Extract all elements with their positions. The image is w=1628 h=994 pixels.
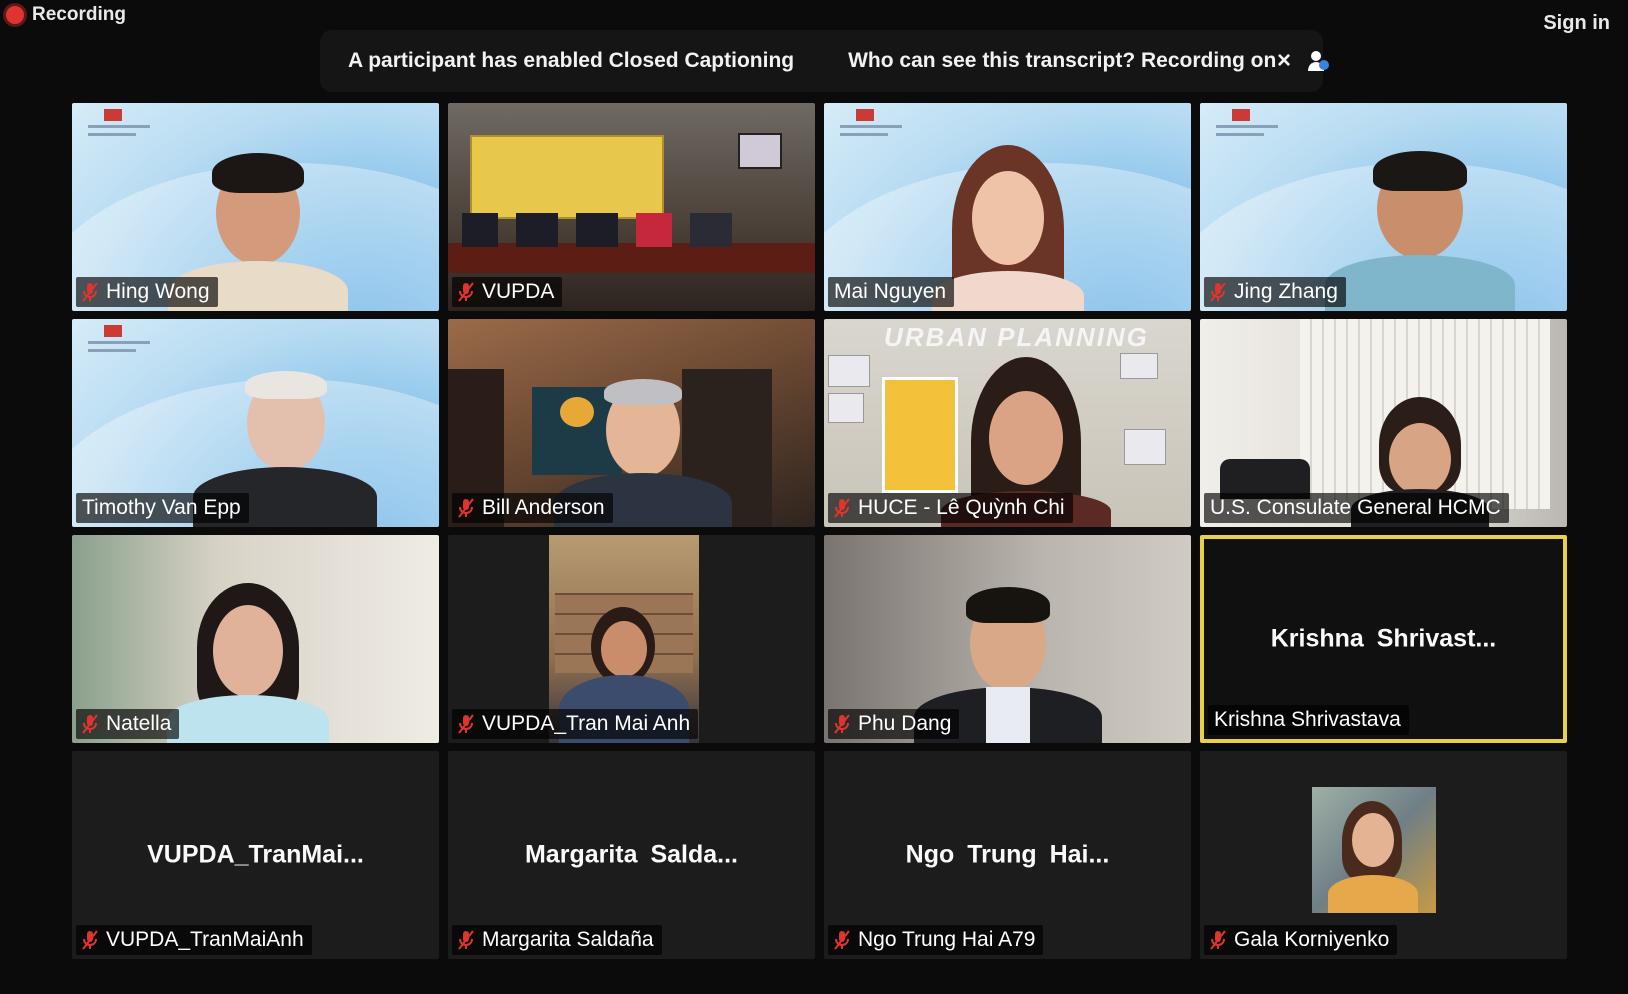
transcript-visibility-link[interactable]: Who can see this transcript? Recording o…	[848, 49, 1276, 73]
video-tile[interactable]: VUPDA_Tran Mai Anh	[448, 535, 815, 743]
org-logo	[80, 325, 150, 365]
conference-table	[448, 243, 815, 273]
close-icon[interactable]: ×	[1277, 47, 1291, 75]
participant-name: VUPDA	[482, 280, 555, 303]
participant-video	[1315, 131, 1525, 311]
video-tile[interactable]: URBAN PLANNING HUCE - Lê Quỳnh Chi	[824, 319, 1191, 527]
participant-name: Krishna Shrivastava	[1214, 708, 1401, 731]
video-tile[interactable]: Ngo Trung Hai... Ngo Trung Hai A79	[824, 751, 1191, 959]
participant-name-tag: Jing Zhang	[1204, 277, 1346, 307]
gallery-view: Hing Wong VUPDA Mai Nguyen Jing Zhang Ti…	[72, 103, 1567, 959]
participant-name: Jing Zhang	[1234, 280, 1338, 303]
participant-name-tag: Hing Wong	[76, 277, 218, 307]
participant-name: VUPDA_TranMaiAnh	[106, 928, 304, 951]
mic-off-icon	[458, 282, 474, 302]
mic-off-icon	[458, 714, 474, 734]
participant-name: Mai Nguyen	[834, 280, 947, 303]
video-tile[interactable]: Natella	[72, 535, 439, 743]
wall-photo	[1120, 353, 1158, 379]
recording-label: Recording	[32, 4, 126, 25]
video-tile[interactable]: Jing Zhang	[1200, 103, 1567, 311]
mic-off-icon	[834, 498, 850, 518]
participant-name: Bill Anderson	[482, 496, 605, 519]
participant-name: U.S. Consulate General HCMC	[1210, 496, 1501, 519]
urban-planning-sign: URBAN PLANNING	[884, 322, 1149, 352]
participant-name-tag: Phu Dang	[828, 709, 960, 739]
mic-off-icon	[82, 714, 98, 734]
participant-name: Phu Dang	[858, 712, 952, 735]
org-logo	[832, 109, 902, 149]
event-banner-image	[470, 135, 664, 219]
participant-name-tag: U.S. Consulate General HCMC	[1204, 493, 1509, 523]
wall-photo	[828, 393, 864, 423]
participant-name: Timothy Van Epp	[82, 496, 241, 519]
wall-photo	[1124, 429, 1166, 465]
profile-picture	[1312, 787, 1436, 913]
video-tile[interactable]: Margarita Salda... Margarita Saldaña	[448, 751, 815, 959]
participant-name: Natella	[106, 712, 172, 735]
participant-name-tag: Timothy Van Epp	[76, 493, 249, 523]
participant-name-tag: Mai Nguyen	[828, 277, 955, 307]
participant-name-tag: Gala Korniyenko	[1204, 925, 1398, 955]
video-tile[interactable]: Timothy Van Epp	[72, 319, 439, 527]
participant-video	[163, 583, 333, 743]
video-tile[interactable]: VUPDA	[448, 103, 815, 311]
mic-off-icon	[834, 930, 850, 950]
mic-off-icon	[834, 714, 850, 734]
notification-message: A participant has enabled Closed Caption…	[348, 49, 795, 72]
participant-name-tag: VUPDA_TranMaiAnh	[76, 925, 312, 955]
video-tile[interactable]: Bill Anderson	[448, 319, 815, 527]
participant-name-tag: Bill Anderson	[452, 493, 613, 523]
mic-off-icon	[458, 930, 474, 950]
captioning-notification: A participant has enabled Closed Caption…	[320, 30, 1329, 92]
video-tile[interactable]: Phu Dang	[824, 535, 1191, 743]
wall-photo	[828, 355, 870, 387]
participant-name: Hing Wong	[106, 280, 210, 303]
participant-name-tag: HUCE - Lê Quỳnh Chi	[828, 493, 1073, 523]
person-info-icon	[1307, 49, 1329, 73]
participant-name-tag: Natella	[76, 709, 180, 739]
sign-in-link[interactable]: Sign in	[1543, 12, 1610, 35]
participant-display-name: Margarita Salda...	[524, 840, 739, 869]
participant-name-tag: VUPDA_Tran Mai Anh	[452, 709, 699, 739]
participant-name-tag: VUPDA	[452, 277, 563, 307]
recording-indicator[interactable]: Recording	[6, 4, 126, 26]
participant-name-tag: Ngo Trung Hai A79	[828, 925, 1044, 955]
recording-icon	[6, 6, 24, 24]
wall-picture	[738, 133, 782, 169]
mic-off-icon	[1210, 930, 1226, 950]
participant-name: Gala Korniyenko	[1234, 928, 1390, 951]
mic-off-icon	[82, 930, 98, 950]
video-tile[interactable]: U.S. Consulate General HCMC	[1200, 319, 1567, 527]
participant-name-tag: Krishna Shrivastava	[1208, 705, 1409, 735]
video-tile-active-speaker[interactable]: Krishna Shrivast... Krishna Shrivastava	[1200, 535, 1567, 743]
participant-name: VUPDA_Tran Mai Anh	[482, 712, 691, 735]
org-logo	[80, 109, 150, 149]
mic-off-icon	[458, 498, 474, 518]
participant-name: Margarita Saldaña	[482, 928, 654, 951]
participant-name-tag: Margarita Saldaña	[452, 925, 662, 955]
mic-off-icon	[82, 282, 98, 302]
participant-display-name: Krishna Shrivast...	[1270, 624, 1497, 653]
org-logo	[1208, 109, 1278, 149]
mic-off-icon	[1210, 282, 1226, 302]
video-tile[interactable]: Mai Nguyen	[824, 103, 1191, 311]
video-tile[interactable]: Hing Wong	[72, 103, 439, 311]
video-tile[interactable]: VUPDA_TranMai... VUPDA_TranMaiAnh	[72, 751, 439, 959]
participant-display-name: VUPDA_TranMai...	[147, 840, 364, 869]
participant-name: Ngo Trung Hai A79	[858, 928, 1036, 951]
participant-name: HUCE - Lê Quỳnh Chi	[858, 496, 1065, 519]
video-tile[interactable]: Gala Korniyenko	[1200, 751, 1567, 959]
panel-participants	[462, 213, 762, 247]
participant-display-name: Ngo Trung Hai...	[905, 840, 1110, 869]
